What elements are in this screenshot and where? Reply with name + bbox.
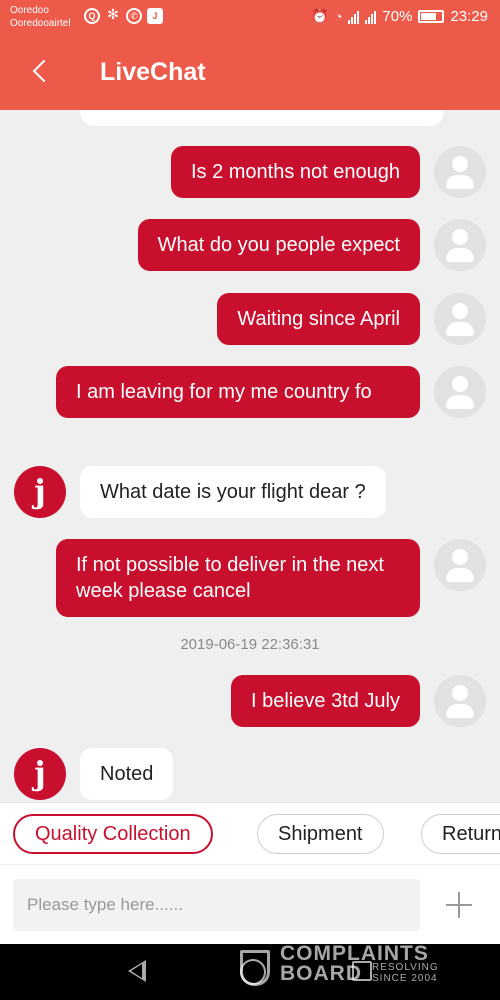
- composer: [0, 864, 500, 944]
- chip-shipment[interactable]: Shipment: [257, 814, 384, 854]
- agent-avatar: j: [14, 748, 66, 800]
- chip-quality-collection[interactable]: Quality Collection: [13, 814, 213, 854]
- carrier-info: Ooredoo Ooredooairtel: [10, 4, 71, 30]
- watermark-line-2: BOARD: [280, 962, 362, 985]
- user-avatar: [434, 219, 486, 271]
- message-bubble-user: Waiting since April: [217, 293, 420, 345]
- chip-return[interactable]: Return: [421, 814, 500, 854]
- j-app-icon: J: [147, 8, 163, 24]
- signal-icon-2: [365, 10, 377, 24]
- watermark: COMPLAINTS BOARD RESOLVING SINCE 2004: [240, 942, 460, 996]
- message-bubble-user: I am leaving for my me country fo: [56, 366, 420, 418]
- carrier-1: Ooredoo: [10, 5, 49, 16]
- user-avatar: [434, 675, 486, 727]
- app-header: Ooredoo Ooredooairtel Q ✻ ✆ J ⏰ ◔ 70% 23…: [0, 0, 500, 110]
- battery-percent: 70%: [382, 8, 413, 25]
- message-bubble-agent: Noted: [80, 748, 174, 800]
- signal-icon: [348, 10, 360, 24]
- page-title: LiveChat: [100, 58, 206, 86]
- message-bubble-user: I believe 3td July: [231, 675, 420, 727]
- message-bubble-user: Is 2 months not enough: [170, 146, 420, 198]
- user-avatar: [434, 366, 486, 418]
- status-indicators: ⏰ ◔ 70% 23:29: [311, 8, 488, 25]
- whatsapp-icon: ✆: [126, 8, 142, 24]
- pinwheel-icon: ✻: [107, 6, 119, 22]
- back-arrow-icon[interactable]: [26, 56, 58, 88]
- watermark-tagline: RESOLVING SINCE 2004: [372, 962, 439, 984]
- nav-back-icon[interactable]: [128, 960, 146, 982]
- agent-avatar: j: [14, 466, 66, 518]
- quick-reply-bar: Quality Collection Shipment Return: [0, 802, 500, 864]
- search-icon: Q: [84, 8, 100, 24]
- message-bubble-agent: What date is your flight dear ?: [80, 466, 386, 518]
- message-input[interactable]: [13, 879, 420, 931]
- wifi-icon: ◔: [334, 9, 343, 24]
- clock: 23:29: [450, 8, 488, 25]
- user-avatar: [434, 539, 486, 591]
- shield-icon: [240, 950, 270, 986]
- notification-icons: Q ✻ ✆ J: [84, 6, 163, 24]
- plus-icon[interactable]: [446, 892, 472, 918]
- message-bubble-user: What do you people expect: [137, 219, 420, 271]
- battery-icon: [418, 10, 445, 23]
- message-bubble-user: If not possible to deliver in the next w…: [56, 539, 420, 617]
- user-avatar: [434, 293, 486, 345]
- carrier-2: Ooredooairtel: [10, 18, 71, 29]
- partial-message-bubble: [80, 110, 444, 126]
- alarm-icon: ⏰: [311, 8, 329, 24]
- status-bar: Ooredoo Ooredooairtel Q ✻ ✆ J ⏰ ◔ 70% 23…: [0, 0, 500, 36]
- user-avatar: [434, 146, 486, 198]
- message-timestamp: 2019-06-19 22:36:31: [180, 636, 320, 653]
